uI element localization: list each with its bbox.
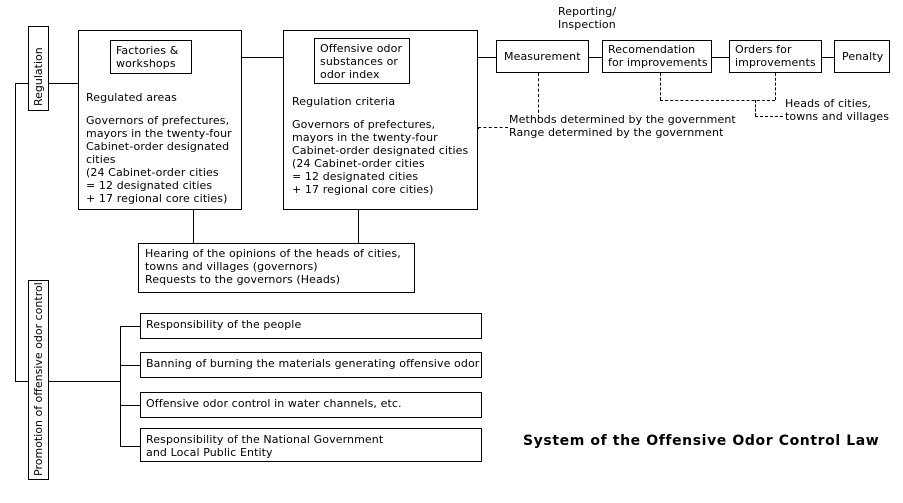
recommendation-to-orders-line	[712, 57, 729, 58]
methods-annotation-label: Methods determined by the government	[509, 113, 736, 126]
factories-body-text: Governors of prefectures, mayors in the …	[86, 114, 232, 205]
heads-dashed-drop-line	[755, 100, 756, 116]
promotion-stub-1	[120, 326, 140, 327]
factories-section-label: Regulated areas	[86, 91, 177, 104]
heads-annotation-label: Heads of cities, towns and villages	[785, 97, 890, 123]
regulation-to-factories-line	[49, 83, 78, 84]
promotion-item-label-1: Responsibility of the people	[146, 318, 302, 331]
measurement-methods-dashed-line	[538, 73, 539, 118]
left-trunk-vertical-line	[15, 83, 16, 381]
promotion-stub-4	[120, 446, 140, 447]
substances-section-label: Regulation criteria	[292, 95, 396, 108]
promotion-box-label: Promotion of offensive odor control	[32, 282, 45, 476]
diagram-canvas: Regulation Promotion of offensive odor c…	[0, 0, 903, 503]
recommendation-heads-dashed-line	[660, 73, 661, 100]
reporting-inspection-label: Reporting/ Inspection	[558, 5, 617, 31]
left-trunk-to-promotion-line	[15, 381, 29, 382]
promotion-item-label-3: Offensive odor control in water channels…	[146, 397, 402, 410]
left-trunk-to-regulation-line	[15, 83, 29, 84]
range-annotation-label: Range determined by the government	[509, 126, 724, 139]
heads-dashed-tail-line	[755, 116, 783, 117]
substances-to-hearing-line	[358, 210, 359, 243]
penalty-label: Penalty	[842, 50, 884, 63]
hearing-box-label: Hearing of the opinions of the heads of …	[145, 247, 401, 286]
diagram-title: System of the Offensive Odor Control Law	[523, 433, 880, 449]
substances-body-text: Governors of prefectures, mayors in the …	[292, 118, 469, 196]
orders-label: Orders for improvements	[735, 43, 816, 69]
promotion-item-label-4: Responsibility of the National Governmen…	[146, 433, 384, 459]
regulation-box-label: Regulation	[32, 47, 45, 106]
factories-header-label: Factories & workshops	[116, 44, 179, 70]
promotion-stub-2	[120, 365, 140, 366]
substances-range-dashed-line	[478, 127, 508, 128]
substances-header-label: Offensive odor substances or odor index	[320, 42, 403, 81]
factories-to-hearing-line	[193, 210, 194, 243]
promotion-to-fan-line	[49, 381, 120, 382]
orders-heads-dashed-line	[775, 73, 776, 100]
recommendation-label: Recomendation for improvements	[608, 43, 708, 69]
promotion-stub-3	[120, 405, 140, 406]
promotion-item-label-2: Banning of burning the materials generat…	[146, 357, 480, 370]
promotion-fan-vertical-line	[120, 326, 121, 446]
measurement-label: Measurement	[504, 50, 581, 63]
heads-dashed-horizontal-line	[660, 100, 775, 101]
